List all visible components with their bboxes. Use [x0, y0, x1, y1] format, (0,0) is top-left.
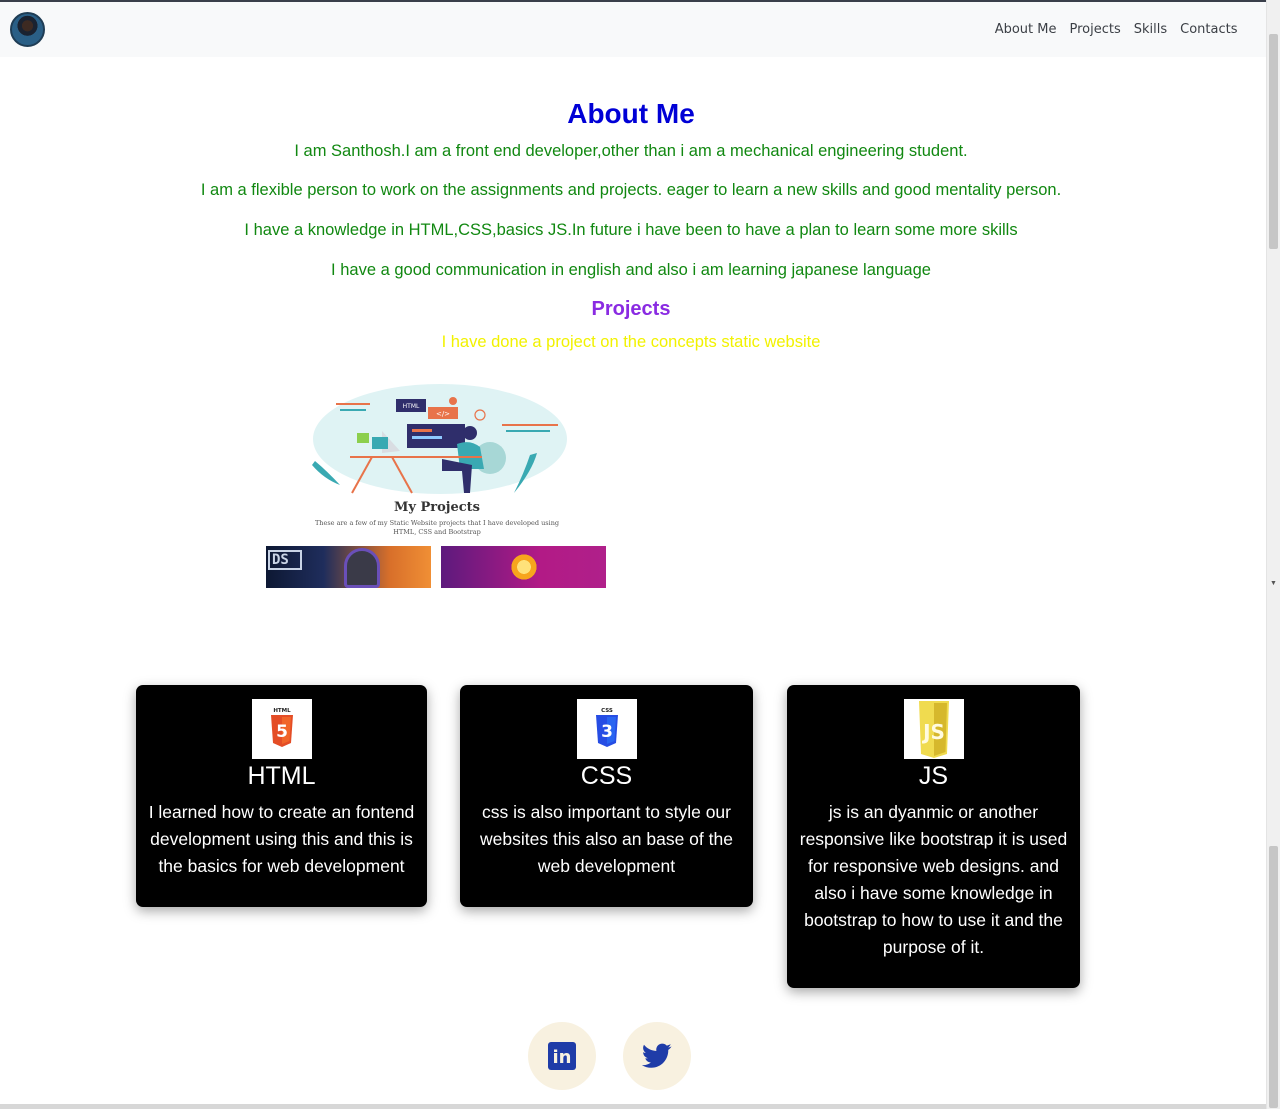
project-thumbnail-1[interactable]: DS: [266, 546, 431, 588]
css3-logo-icon: CSS 3: [576, 699, 637, 759]
projects-text: I have done a project on the concepts st…: [441, 333, 821, 351]
linkedin-icon: in: [548, 1042, 576, 1070]
skill-desc-html: I learned how to create an fontend devel…: [148, 802, 415, 876]
html5-logo-label: HTML: [273, 708, 291, 714]
vertical-scrollbar[interactable]: ▼: [1266, 0, 1280, 1109]
css3-logo-digit: 3: [601, 722, 613, 742]
project-thumbnail-2[interactable]: [441, 546, 606, 588]
navbar: About Me Projects Skills Contacts: [0, 2, 1266, 57]
js-logo-text: JS: [921, 720, 945, 744]
ds-logo: DS: [268, 550, 302, 570]
nav-contacts-link[interactable]: Contacts: [1174, 22, 1244, 37]
projects-image-subtitle-line-2: HTML, CSS and Bootstrap: [393, 528, 481, 536]
scrollbar-thumb[interactable]: [1269, 34, 1278, 249]
about-paragraph-1: I am Santhosh.I am a front end developer…: [294, 142, 968, 160]
css3-logo-label: CSS: [601, 708, 613, 714]
skill-card-js: JS JS js is an dyanmic or another respon…: [787, 685, 1080, 988]
nav-links: About Me Projects Skills Contacts: [988, 22, 1244, 37]
horizontal-scrollbar[interactable]: [0, 1104, 1266, 1109]
person-figure: [344, 548, 380, 588]
about-paragraph-4: I have a good communication in english a…: [331, 261, 931, 279]
projects-image-subtitle-line-1: These are a few of my Static Website pro…: [314, 519, 560, 527]
code-badge-text: </>: [436, 410, 450, 418]
nav-about-me-link[interactable]: About Me: [988, 22, 1063, 37]
about-title: About Me: [567, 98, 695, 129]
nav-skills-link[interactable]: Skills: [1127, 22, 1173, 37]
projects-showcase-image[interactable]: HTML </> My Projects These are a few of …: [232, 381, 642, 593]
developer-illustration: HTML </>: [312, 384, 567, 494]
scrollbar-thumb-lower[interactable]: [1269, 846, 1278, 1108]
twitter-button[interactable]: [623, 1022, 691, 1090]
html5-logo-digit: 5: [276, 722, 288, 742]
projects-image-title: My Projects: [394, 500, 480, 515]
diya-lamp-icon: [507, 552, 541, 582]
skill-title-html: HTML: [247, 762, 316, 790]
js-logo-icon: JS: [903, 699, 964, 759]
skill-card-css: CSS 3 CSS css is also important to style…: [460, 685, 753, 907]
skill-title-js: JS: [918, 762, 949, 790]
html-badge-text: HTML: [403, 403, 420, 410]
about-paragraph-2: I am a flexible person to work on the as…: [200, 181, 1062, 199]
linkedin-icon-glyph: in: [553, 1047, 572, 1068]
twitter-icon: [642, 1043, 672, 1068]
html5-logo-icon: HTML 5: [251, 699, 312, 759]
skill-desc-css: css is also important to style our websi…: [480, 802, 733, 876]
linkedin-button[interactable]: in: [528, 1022, 596, 1090]
projects-title: Projects: [591, 298, 671, 320]
skill-desc-js: js is an dyanmic or another responsive l…: [799, 802, 1068, 957]
skill-title-css: CSS: [580, 762, 633, 790]
about-paragraph-3: I have a knowledge in HTML,CSS,basics JS…: [244, 221, 1018, 239]
scroll-down-arrow-icon[interactable]: ▼: [1270, 580, 1277, 587]
skill-card-html: HTML 5 HTML I learned how to create an f…: [136, 685, 427, 907]
profile-avatar[interactable]: [10, 12, 45, 47]
projects-image-subtitle: These are a few of my Static Website pro…: [232, 519, 642, 537]
nav-projects-link[interactable]: Projects: [1063, 22, 1127, 37]
